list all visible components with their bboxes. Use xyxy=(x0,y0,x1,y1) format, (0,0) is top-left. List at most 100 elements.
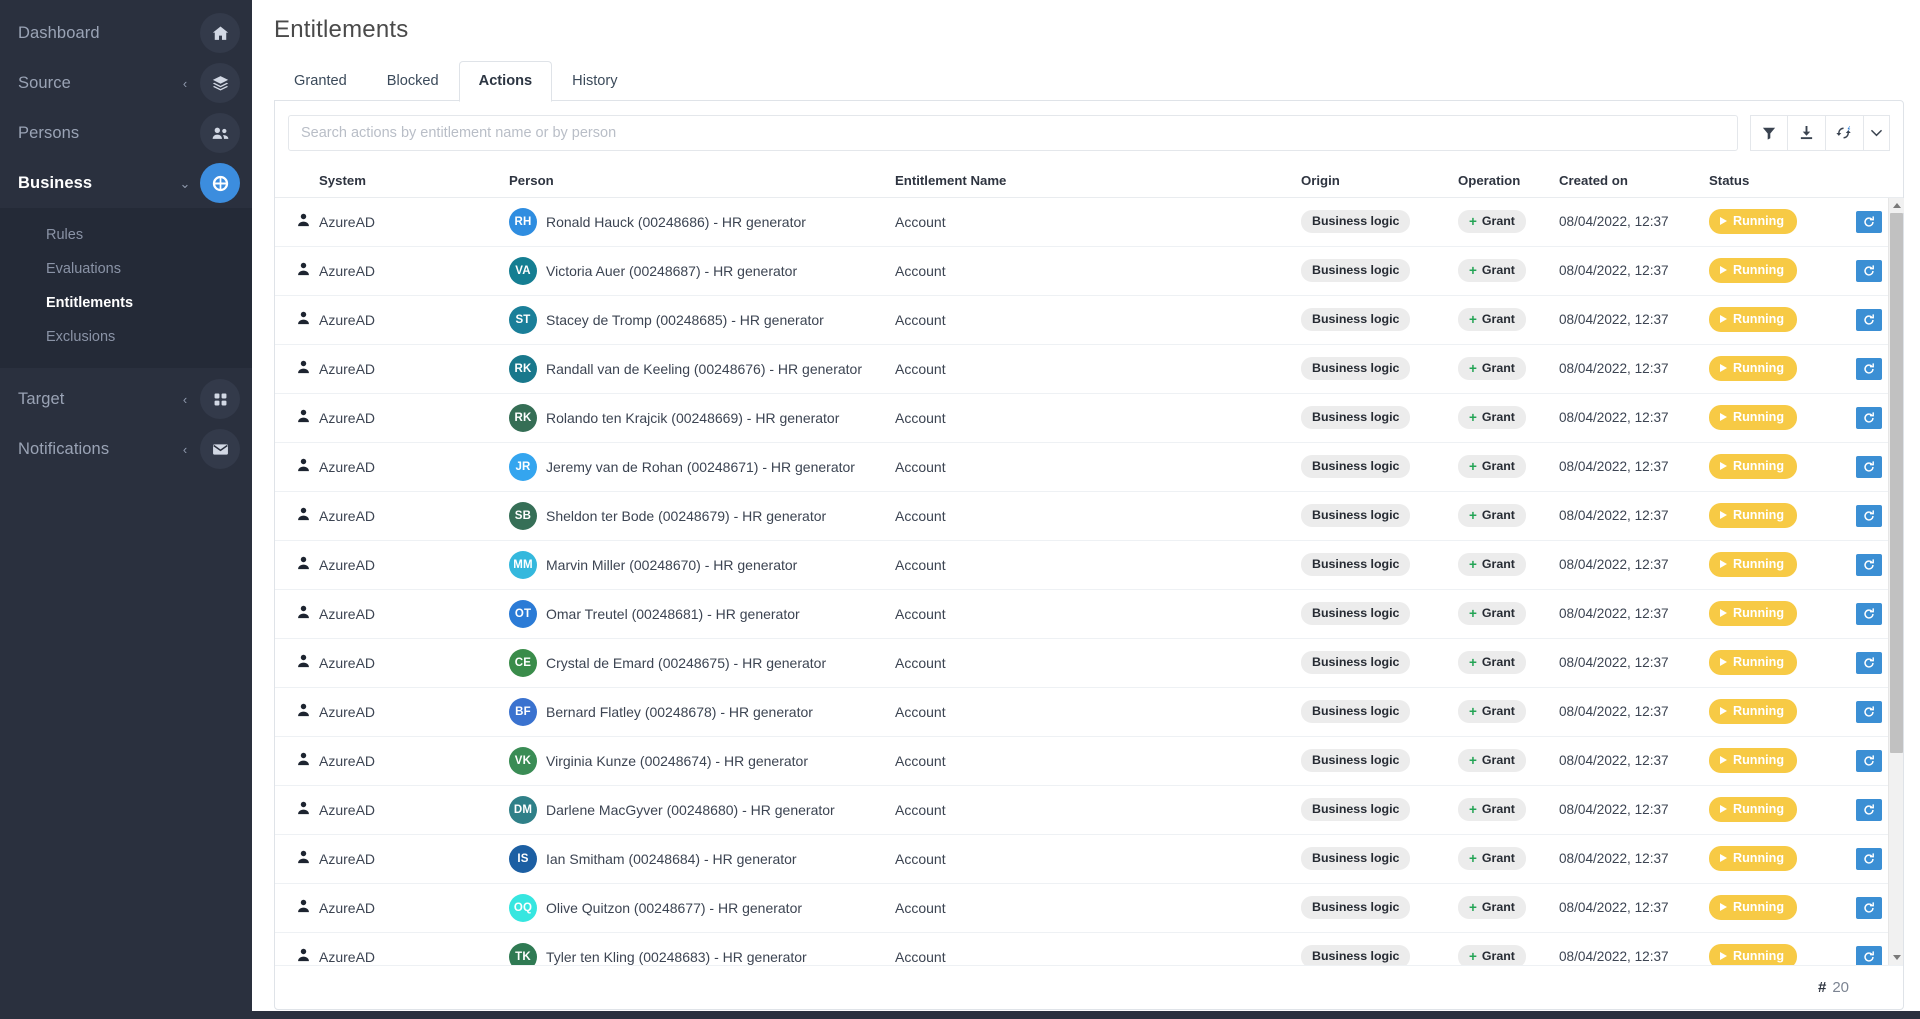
table-row[interactable]: AzureADRKRandall van de Keeling (0024867… xyxy=(275,345,1903,394)
table-row[interactable]: AzureADVAVictoria Auer (00248687) - HR g… xyxy=(275,247,1903,296)
sidebar-item-label: Source xyxy=(18,74,174,93)
sidebar-item-target[interactable]: Target‹ xyxy=(0,374,252,424)
tab-granted[interactable]: Granted xyxy=(274,61,367,102)
search-input[interactable] xyxy=(288,115,1738,151)
cell-created-on: 08/04/2022, 12:37 xyxy=(1559,508,1709,523)
status-badge: Running xyxy=(1709,797,1797,821)
plus-icon: + xyxy=(1469,852,1477,866)
cell-status: Running xyxy=(1709,454,1835,478)
retry-icon[interactable] xyxy=(1856,260,1882,282)
table-row[interactable]: AzureADDMDarlene MacGyver (00248680) - H… xyxy=(275,786,1903,835)
status-label: Running xyxy=(1733,360,1784,376)
person-row-icon xyxy=(275,703,319,720)
person-name: Virginia Kunze (00248674) - HR generator xyxy=(546,753,808,769)
chevron-left-icon: ‹ xyxy=(174,393,196,406)
retry-icon[interactable] xyxy=(1856,750,1882,772)
retry-icon[interactable] xyxy=(1856,309,1882,331)
column-header-origin: Origin xyxy=(1301,173,1458,188)
filter-icon[interactable] xyxy=(1750,115,1788,151)
scroll-down-arrow[interactable] xyxy=(1889,950,1904,965)
sidebar-subitem-exclusions[interactable]: Exclusions xyxy=(0,320,252,354)
cell-operation: +Grant xyxy=(1458,259,1559,283)
play-icon xyxy=(1720,609,1727,617)
cell-operation: +Grant xyxy=(1458,308,1559,332)
plus-icon: + xyxy=(1469,656,1477,670)
origin-badge: Business logic xyxy=(1301,504,1410,528)
retry-icon[interactable] xyxy=(1856,505,1882,527)
cell-origin: Business logic xyxy=(1301,308,1458,332)
table-row[interactable]: AzureADCECrystal de Emard (00248675) - H… xyxy=(275,639,1903,688)
cell-system: AzureAD xyxy=(319,410,509,426)
count-hash-icon: # xyxy=(1818,979,1826,996)
table-row[interactable]: AzureADOTOmar Treutel (00248681) - HR ge… xyxy=(275,590,1903,639)
status-badge: Running xyxy=(1709,748,1797,772)
origin-badge: Business logic xyxy=(1301,749,1410,773)
table-row[interactable]: AzureADOQOlive Quitzon (00248677) - HR g… xyxy=(275,884,1903,933)
table-row[interactable]: AzureADISIan Smitham (00248684) - HR gen… xyxy=(275,835,1903,884)
cell-person: SBSheldon ter Bode (00248679) - HR gener… xyxy=(509,502,895,530)
status-badge: Running xyxy=(1709,895,1797,919)
retry-icon[interactable] xyxy=(1856,603,1882,625)
retry-icon[interactable] xyxy=(1856,897,1882,919)
retry-icon[interactable] xyxy=(1856,701,1882,723)
person-name: Tyler ten Kling (00248683) - HR generato… xyxy=(546,949,807,965)
avatar: DM xyxy=(509,796,537,824)
table-row[interactable]: AzureADSTStacey de Tromp (00248685) - HR… xyxy=(275,296,1903,345)
sidebar-item-label: Persons xyxy=(18,124,174,143)
refresh-bolt-icon[interactable] xyxy=(1826,115,1864,151)
cell-system: AzureAD xyxy=(319,459,509,475)
table-row[interactable]: AzureADRHRonald Hauck (00248686) - HR ge… xyxy=(275,198,1903,247)
vertical-scrollbar[interactable] xyxy=(1888,198,1903,966)
sidebar-item-business[interactable]: Business⌄ xyxy=(0,158,252,208)
sidebar-item-source[interactable]: Source‹ xyxy=(0,58,252,108)
sidebar-item-notifications[interactable]: Notifications‹ xyxy=(0,424,252,474)
person-name: Bernard Flatley (00248678) - HR generato… xyxy=(546,704,813,720)
table-row[interactable]: AzureADMMMarvin Miller (00248670) - HR g… xyxy=(275,541,1903,590)
table-row[interactable]: AzureADBFBernard Flatley (00248678) - HR… xyxy=(275,688,1903,737)
cell-origin: Business logic xyxy=(1301,798,1458,822)
sidebar-item-dashboard[interactable]: Dashboard xyxy=(0,8,252,58)
retry-icon[interactable] xyxy=(1856,848,1882,870)
sidebar-subitem-entitlements[interactable]: Entitlements xyxy=(0,286,252,320)
cell-person: STStacey de Tromp (00248685) - HR genera… xyxy=(509,306,895,334)
download-icon[interactable] xyxy=(1788,115,1826,151)
sidebar-subitem-evaluations[interactable]: Evaluations xyxy=(0,252,252,286)
table-row[interactable]: AzureADTKTyler ten Kling (00248683) - HR… xyxy=(275,933,1903,966)
cell-entitlement-name: Account xyxy=(895,557,1301,573)
tab-actions[interactable]: Actions xyxy=(459,61,553,102)
operation-label: Grant xyxy=(1482,508,1515,524)
scrollbar-thumb[interactable] xyxy=(1890,213,1903,753)
retry-icon[interactable] xyxy=(1856,799,1882,821)
tab-history[interactable]: History xyxy=(552,61,637,102)
operation-label: Grant xyxy=(1482,802,1515,818)
cell-person: RKRandall van de Keeling (00248676) - HR… xyxy=(509,355,895,383)
avatar: RK xyxy=(509,404,537,432)
status-badge: Running xyxy=(1709,209,1797,233)
retry-icon[interactable] xyxy=(1856,211,1882,233)
table-row[interactable]: AzureADRKRolando ten Krajcik (00248669) … xyxy=(275,394,1903,443)
retry-icon[interactable] xyxy=(1856,946,1882,966)
operation-label: Grant xyxy=(1482,459,1515,475)
cell-origin: Business logic xyxy=(1301,602,1458,626)
cell-operation: +Grant xyxy=(1458,651,1559,675)
table-row[interactable]: AzureADSBSheldon ter Bode (00248679) - H… xyxy=(275,492,1903,541)
operation-label: Grant xyxy=(1482,949,1515,965)
cell-operation: +Grant xyxy=(1458,602,1559,626)
cell-entitlement-name: Account xyxy=(895,214,1301,230)
retry-icon[interactable] xyxy=(1856,456,1882,478)
retry-icon[interactable] xyxy=(1856,652,1882,674)
sidebar-secondary-nav: Target‹Notifications‹ xyxy=(0,368,252,474)
scroll-up-arrow[interactable] xyxy=(1889,198,1904,213)
sidebar: DashboardSource‹PersonsBusiness⌄ RulesEv… xyxy=(0,0,252,1019)
table-row[interactable]: AzureADJRJeremy van de Rohan (00248671) … xyxy=(275,443,1903,492)
chevron-down-icon[interactable] xyxy=(1864,115,1890,151)
retry-icon[interactable] xyxy=(1856,407,1882,429)
envelope-icon xyxy=(200,429,240,469)
person-row-icon xyxy=(275,360,319,377)
tab-blocked[interactable]: Blocked xyxy=(367,61,459,102)
retry-icon[interactable] xyxy=(1856,554,1882,576)
sidebar-item-persons[interactable]: Persons xyxy=(0,108,252,158)
table-row[interactable]: AzureADVKVirginia Kunze (00248674) - HR … xyxy=(275,737,1903,786)
retry-icon[interactable] xyxy=(1856,358,1882,380)
sidebar-subitem-rules[interactable]: Rules xyxy=(0,218,252,252)
